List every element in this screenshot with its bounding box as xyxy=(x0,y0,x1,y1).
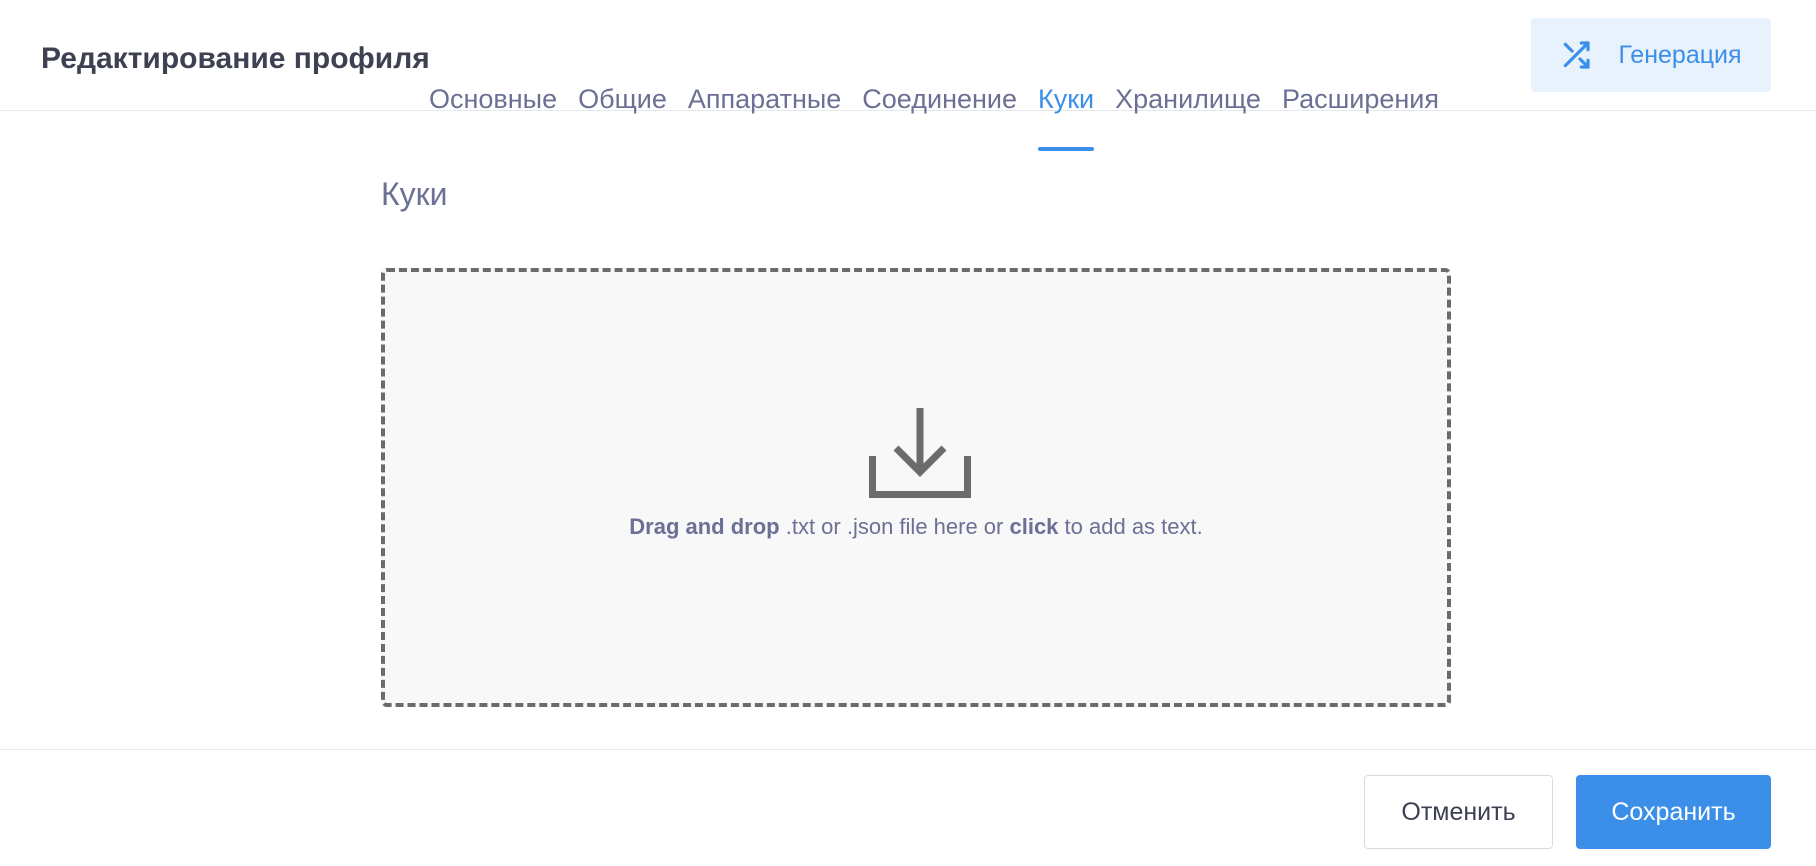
hint-end: to add as text. xyxy=(1058,514,1203,539)
tab-general[interactable]: Общие xyxy=(578,80,667,151)
shuffle-icon xyxy=(1560,39,1592,71)
generate-button-label: Генерация xyxy=(1618,40,1742,69)
tab-basic[interactable]: Основные xyxy=(429,80,557,151)
tab-extensions[interactable]: Расширения xyxy=(1282,80,1439,151)
hint-click: click xyxy=(1009,514,1059,539)
dropzone-hint: Drag and drop .txt or .json file here or… xyxy=(385,514,1447,540)
hint-file-types: .txt or .json file here or xyxy=(779,514,1010,539)
hint-drag-drop: Drag and drop xyxy=(629,514,780,539)
cookies-dropzone[interactable]: Drag and drop .txt or .json file here or… xyxy=(381,268,1451,707)
page-title: Редактирование профиля xyxy=(41,42,430,75)
cancel-button[interactable]: Отменить xyxy=(1364,775,1553,849)
tab-hardware[interactable]: Аппаратные xyxy=(688,80,841,151)
tab-connection[interactable]: Соединение xyxy=(862,80,1017,151)
tab-bar: Основные Общие Аппаратные Соединение Кук… xyxy=(429,80,1439,151)
save-button[interactable]: Сохранить xyxy=(1576,775,1771,849)
tab-storage[interactable]: Хранилище xyxy=(1115,80,1261,151)
tab-cookies[interactable]: Куки xyxy=(1038,80,1095,151)
generate-button[interactable]: Генерация xyxy=(1531,18,1771,92)
profile-editor-page: Редактирование профиля Генерация Основны… xyxy=(0,0,1816,866)
download-icon xyxy=(869,408,971,498)
section-title: Куки xyxy=(381,176,448,212)
